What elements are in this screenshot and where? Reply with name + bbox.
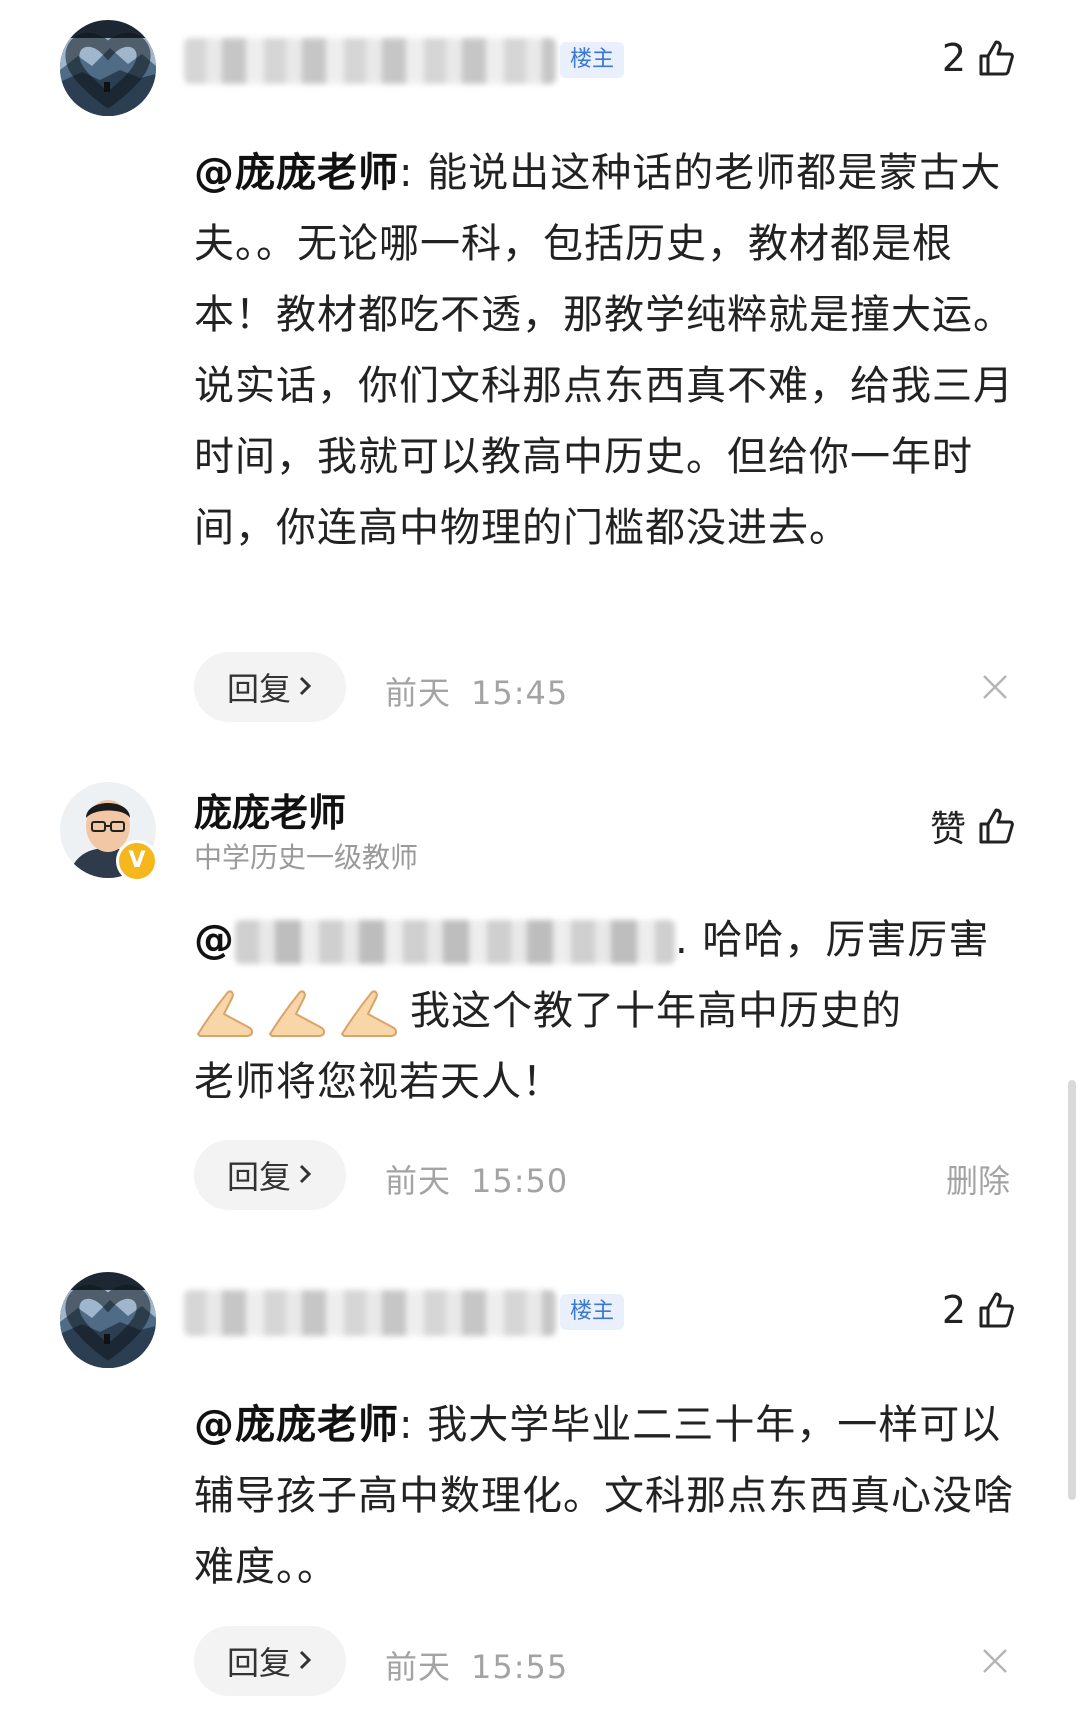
chevron-right-icon (297, 1156, 313, 1194)
close-icon[interactable] (980, 1646, 1010, 1676)
close-icon[interactable] (980, 672, 1010, 702)
reply-button[interactable]: 回复 (194, 652, 346, 722)
like-count: 2 (941, 36, 966, 80)
op-badge: 楼主 (560, 42, 625, 78)
like-label: 赞 (929, 809, 966, 850)
op-badge: 楼主 (560, 1294, 625, 1330)
delete-button[interactable]: 删除 (946, 1156, 1010, 1202)
reply-label: 回复 (226, 1158, 291, 1196)
like-button[interactable]: 赞 (930, 800, 1016, 852)
applause-hands-icon (194, 988, 260, 1038)
reply-label: 回复 (226, 1644, 291, 1682)
comment-text: @. 哈哈，厉害厉害 我这个教了十年高中历史的 老师将您视若天人！ (194, 905, 1014, 1118)
comment-line-2: 我这个教了十年高中历史的 (194, 976, 1014, 1047)
comment-line-1: @. 哈哈，厉害厉害 (194, 917, 990, 964)
mention-link[interactable]: @ (194, 917, 235, 963)
mention-link[interactable]: @庞庞老师 (194, 1402, 399, 1448)
avatar-landscape[interactable] (60, 20, 156, 116)
comment-text: @庞庞老师: 能说出这种话的老师都是蒙古大夫。。无论哪一科，包括历史，教材都是根… (194, 138, 1014, 564)
timestamp: 前天 15:55 (385, 1648, 569, 1686)
like-button[interactable]: 2 (942, 1288, 1016, 1332)
reply-label: 回复 (226, 670, 291, 708)
author-name[interactable]: 庞庞老师 (194, 782, 346, 837)
verified-badge: V (116, 840, 158, 882)
comment-body: : 能说出这种话的老师都是蒙古大夫。。无论哪一科，包括历史，教材都是根本！教材都… (194, 150, 1014, 551)
like-button[interactable]: 2 (942, 36, 1016, 80)
mention-blurred[interactable] (235, 920, 675, 964)
like-count: 2 (941, 1288, 966, 1332)
username-blurred[interactable] (184, 1290, 556, 1336)
avatar-landscape[interactable] (60, 1272, 156, 1368)
reply-button[interactable]: 回复 (194, 1626, 346, 1696)
applause-hands-icon (266, 988, 332, 1038)
timestamp: 前天 15:50 (385, 1162, 569, 1200)
timestamp: 前天 15:45 (385, 674, 569, 712)
username-blurred[interactable] (184, 38, 556, 84)
author-title: 中学历史一级教师 (194, 841, 419, 874)
chevron-right-icon (297, 668, 313, 706)
comment-line-3: 老师将您视若天人！ (194, 1059, 563, 1105)
applause-hands-icon (338, 988, 404, 1038)
scrollbar[interactable] (1068, 1080, 1076, 1500)
thumbs-up-icon (976, 806, 1016, 846)
reply-button[interactable]: 回复 (194, 1140, 346, 1210)
thumbs-up-icon (976, 38, 1016, 78)
mention-link[interactable]: @庞庞老师 (194, 150, 399, 196)
chevron-right-icon (297, 1642, 313, 1680)
thumbs-up-icon (976, 1290, 1016, 1330)
comment-text: @庞庞老师: 我大学毕业二三十年，一样可以辅导孩子高中数理化。文科那点东西真心没… (194, 1390, 1014, 1603)
